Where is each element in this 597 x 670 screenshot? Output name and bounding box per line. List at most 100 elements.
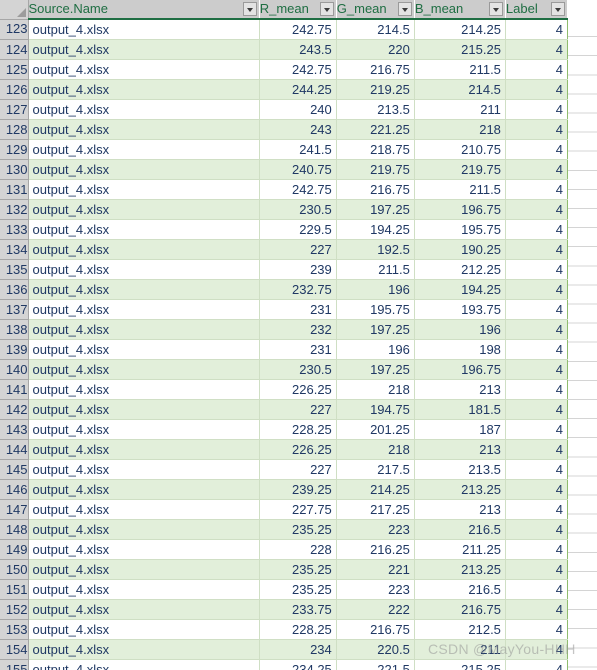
- cell-r-mean[interactable]: 228.25: [259, 619, 337, 640]
- cell-r-mean[interactable]: 235.25: [259, 519, 337, 540]
- cell-label[interactable]: 4: [505, 19, 569, 40]
- cell-b-mean[interactable]: 190.25: [414, 239, 506, 260]
- cell-r-mean[interactable]: 232: [259, 319, 337, 340]
- cell-label[interactable]: 4: [505, 499, 569, 520]
- table-row[interactable]: 138 output_4.xlsx 232 197.25 196 4: [0, 319, 569, 340]
- cell-g-mean[interactable]: 217.5: [336, 459, 415, 480]
- cell-g-mean[interactable]: 197.25: [336, 319, 415, 340]
- cell-source-name[interactable]: output_4.xlsx: [28, 179, 260, 200]
- cell-b-mean[interactable]: 198: [414, 339, 506, 360]
- cell-label[interactable]: 4: [505, 479, 569, 500]
- cell-r-mean[interactable]: 242.75: [259, 179, 337, 200]
- cell-source-name[interactable]: output_4.xlsx: [28, 439, 260, 460]
- table-row[interactable]: 127 output_4.xlsx 240 213.5 211 4: [0, 99, 569, 120]
- cell-source-name[interactable]: output_4.xlsx: [28, 419, 260, 440]
- cell-g-mean[interactable]: 211.5: [336, 259, 415, 280]
- cell-label[interactable]: 4: [505, 539, 569, 560]
- cell-source-name[interactable]: output_4.xlsx: [28, 599, 260, 620]
- cell-b-mean[interactable]: 181.5: [414, 399, 506, 420]
- row-header[interactable]: 124: [0, 39, 29, 60]
- cell-r-mean[interactable]: 228.25: [259, 419, 337, 440]
- table-row[interactable]: 147 output_4.xlsx 227.75 217.25 213 4: [0, 499, 569, 520]
- cell-b-mean[interactable]: 212.5: [414, 619, 506, 640]
- cell-g-mean[interactable]: 213.5: [336, 99, 415, 120]
- cell-r-mean[interactable]: 235.25: [259, 579, 337, 600]
- table-row[interactable]: 144 output_4.xlsx 226.25 218 213 4: [0, 439, 569, 460]
- table-row[interactable]: 137 output_4.xlsx 231 195.75 193.75 4: [0, 299, 569, 320]
- cell-r-mean[interactable]: 240: [259, 99, 337, 120]
- row-header[interactable]: 154: [0, 639, 29, 660]
- cell-b-mean[interactable]: 211: [414, 639, 506, 660]
- row-header[interactable]: 127: [0, 99, 29, 120]
- filter-dropdown-icon-source-name[interactable]: [242, 2, 257, 16]
- table-row[interactable]: 149 output_4.xlsx 228 216.25 211.25 4: [0, 539, 569, 560]
- cell-g-mean[interactable]: 221: [336, 559, 415, 580]
- cell-g-mean[interactable]: 223: [336, 519, 415, 540]
- cell-b-mean[interactable]: 213.25: [414, 479, 506, 500]
- cell-b-mean[interactable]: 216.5: [414, 579, 506, 600]
- cell-b-mean[interactable]: 215.25: [414, 659, 506, 670]
- cell-source-name[interactable]: output_4.xlsx: [28, 259, 260, 280]
- row-header[interactable]: 132: [0, 199, 29, 220]
- cell-label[interactable]: 4: [505, 399, 569, 420]
- row-header[interactable]: 131: [0, 179, 29, 200]
- cell-r-mean[interactable]: 228: [259, 539, 337, 560]
- cell-g-mean[interactable]: 194.25: [336, 219, 415, 240]
- cell-b-mean[interactable]: 216.75: [414, 599, 506, 620]
- cell-g-mean[interactable]: 222: [336, 599, 415, 620]
- cell-label[interactable]: 4: [505, 159, 569, 180]
- row-header[interactable]: 152: [0, 599, 29, 620]
- cell-b-mean[interactable]: 215.25: [414, 39, 506, 60]
- cell-g-mean[interactable]: 201.25: [336, 419, 415, 440]
- cell-g-mean[interactable]: 196: [336, 339, 415, 360]
- cell-source-name[interactable]: output_4.xlsx: [28, 499, 260, 520]
- cell-r-mean[interactable]: 227: [259, 459, 337, 480]
- table-row[interactable]: 155 output_4.xlsx 234.25 221.5 215.25 4: [0, 659, 569, 670]
- row-header[interactable]: 145: [0, 459, 29, 480]
- row-header[interactable]: 130: [0, 159, 29, 180]
- filter-dropdown-icon-g-mean[interactable]: [397, 2, 412, 16]
- cell-label[interactable]: 4: [505, 299, 569, 320]
- cell-b-mean[interactable]: 218: [414, 119, 506, 140]
- cell-source-name[interactable]: output_4.xlsx: [28, 39, 260, 60]
- row-header[interactable]: 134: [0, 239, 29, 260]
- cell-label[interactable]: 4: [505, 519, 569, 540]
- row-header[interactable]: 123: [0, 19, 29, 40]
- cell-label[interactable]: 4: [505, 139, 569, 160]
- cell-source-name[interactable]: output_4.xlsx: [28, 219, 260, 240]
- table-row[interactable]: 131 output_4.xlsx 242.75 216.75 211.5 4: [0, 179, 569, 200]
- cell-r-mean[interactable]: 226.25: [259, 439, 337, 460]
- row-header[interactable]: 135: [0, 259, 29, 280]
- cell-label[interactable]: 4: [505, 599, 569, 620]
- cell-r-mean[interactable]: 239: [259, 259, 337, 280]
- cell-source-name[interactable]: output_4.xlsx: [28, 619, 260, 640]
- row-header[interactable]: 144: [0, 439, 29, 460]
- cell-g-mean[interactable]: 223: [336, 579, 415, 600]
- cell-r-mean[interactable]: 242.75: [259, 59, 337, 80]
- cell-r-mean[interactable]: 230.5: [259, 199, 337, 220]
- cell-g-mean[interactable]: 219.75: [336, 159, 415, 180]
- cell-label[interactable]: 4: [505, 239, 569, 260]
- cell-g-mean[interactable]: 218.75: [336, 139, 415, 160]
- cell-label[interactable]: 4: [505, 59, 569, 80]
- table-row[interactable]: 142 output_4.xlsx 227 194.75 181.5 4: [0, 399, 569, 420]
- cell-label[interactable]: 4: [505, 619, 569, 640]
- cell-source-name[interactable]: output_4.xlsx: [28, 239, 260, 260]
- cell-b-mean[interactable]: 211.5: [414, 179, 506, 200]
- cell-source-name[interactable]: output_4.xlsx: [28, 359, 260, 380]
- cell-label[interactable]: 4: [505, 439, 569, 460]
- cell-source-name[interactable]: output_4.xlsx: [28, 459, 260, 480]
- row-header[interactable]: 150: [0, 559, 29, 580]
- cell-g-mean[interactable]: 218: [336, 379, 415, 400]
- cell-r-mean[interactable]: 242.75: [259, 19, 337, 40]
- cell-label[interactable]: 4: [505, 119, 569, 140]
- row-header[interactable]: 147: [0, 499, 29, 520]
- table-row[interactable]: 123 output_4.xlsx 242.75 214.5 214.25 4: [0, 19, 569, 40]
- empty-grid-area[interactable]: [568, 18, 597, 670]
- filter-dropdown-icon-b-mean[interactable]: [488, 2, 503, 16]
- table-row[interactable]: 151 output_4.xlsx 235.25 223 216.5 4: [0, 579, 569, 600]
- cell-r-mean[interactable]: 231: [259, 339, 337, 360]
- cell-b-mean[interactable]: 196.75: [414, 199, 506, 220]
- cell-g-mean[interactable]: 221.5: [336, 659, 415, 670]
- cell-source-name[interactable]: output_4.xlsx: [28, 339, 260, 360]
